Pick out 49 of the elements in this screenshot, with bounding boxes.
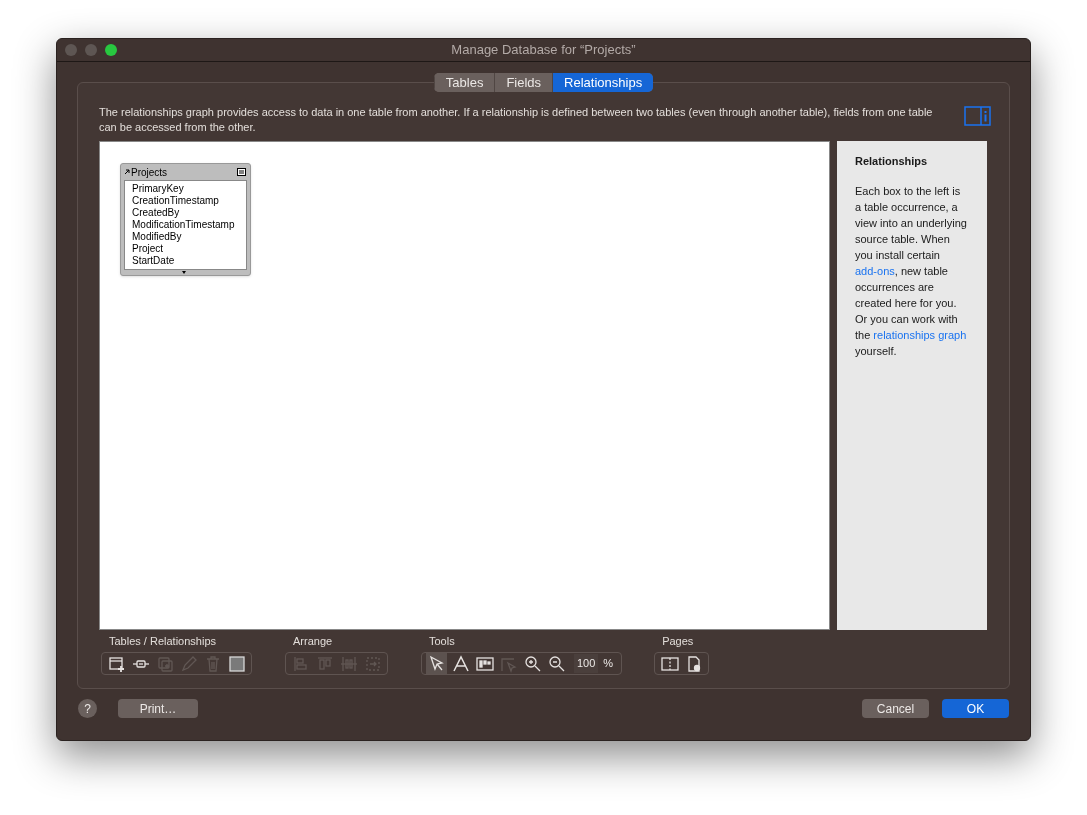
- distribute-icon: [339, 654, 358, 673]
- zoom-unit: %: [603, 656, 614, 672]
- note-icon: [475, 654, 494, 673]
- cancel-button[interactable]: Cancel: [862, 699, 929, 718]
- zoom-field[interactable]: 100: [574, 654, 599, 673]
- window-title: Manage Database for “Projects”: [451, 41, 636, 60]
- help-title: Relationships: [855, 154, 929, 169]
- table-plus-icon: [107, 654, 126, 673]
- toolbar-group-label: Tools: [429, 634, 456, 648]
- toolbar-group-label: Tables / Relationships: [109, 634, 217, 648]
- zoom-window-button[interactable]: [105, 44, 117, 56]
- zoom-in-icon: [523, 654, 542, 673]
- table-occurrence[interactable]: Projects PrimaryKey CreationTimestamp CreatedBy ModificationTimestamp ModifiedBy Project StartDate: [120, 163, 251, 276]
- duplicate-icon: [155, 654, 174, 673]
- ok-button[interactable]: OK: [942, 699, 1009, 718]
- toolbar-group-label: Arrange: [293, 634, 334, 648]
- pointer-icon: [427, 654, 446, 673]
- field-name: CreationTimestamp: [132, 195, 220, 207]
- info-panel-icon[interactable]: [964, 106, 991, 126]
- toolbar-button[interactable]: [450, 653, 471, 674]
- description-text: The relationships graph provides access to data in one table from another. If a relationship is defined between two tables (even through another table), fields from one table can be accessed from the other.: [99, 105, 934, 135]
- color-swatch-icon: [227, 654, 246, 673]
- field-name: PrimaryKey: [132, 183, 185, 195]
- field-name: ModifiedBy: [132, 231, 183, 243]
- toolbar-button[interactable]: [546, 653, 567, 674]
- arrow-icon: [124, 169, 130, 175]
- collapse-icon[interactable]: [237, 168, 246, 176]
- print-button[interactable]: Print…: [118, 699, 198, 718]
- field-name: Project: [132, 243, 165, 255]
- tab[interactable]: Relationships: [552, 73, 654, 92]
- toolbar-button[interactable]: [426, 653, 447, 674]
- toolbar-button[interactable]: [522, 653, 543, 674]
- zoom-out-icon: [547, 654, 566, 673]
- pencil-icon: [179, 654, 198, 673]
- text-tool-icon: [451, 654, 470, 673]
- align-top-icon: [315, 654, 334, 673]
- toolbar-group-label: Pages: [662, 634, 695, 648]
- help-link[interactable]: relationships graph: [873, 328, 967, 341]
- help-text: Each box to the left is a table occurrence, a view into an underlying source table. When you install certain add-ons, new table occurrences are created here for you. Or you can work with the relationships graph yourself.: [855, 183, 968, 359]
- help-button[interactable]: ?: [78, 699, 97, 718]
- field-name: CreatedBy: [132, 207, 181, 219]
- field-name: ModificationTimestamp: [132, 219, 236, 231]
- help-link[interactable]: add-ons: [855, 264, 895, 277]
- toolbar-button[interactable]: [226, 653, 247, 674]
- field-name: StartDate: [132, 255, 176, 267]
- page-icon: [660, 654, 679, 673]
- align-left-icon: [291, 654, 310, 673]
- table-name: Projects: [131, 165, 168, 180]
- resize-icon: [363, 654, 382, 673]
